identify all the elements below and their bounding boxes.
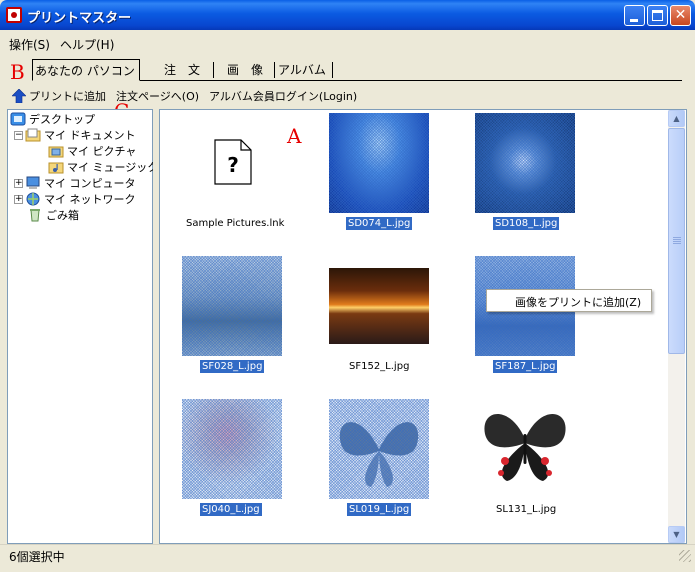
- title-bar[interactable]: プリントマスター ✕: [0, 0, 695, 30]
- tree-item-my-documents[interactable]: − マイ ドキュメント: [14, 127, 136, 143]
- file-item[interactable]: [475, 399, 575, 499]
- up-arrow-icon: [12, 89, 26, 103]
- documents-folder-icon: [25, 128, 41, 142]
- toolbar: プリントに追加 注文ページへ(O) アルバム会員ログイン(Login): [12, 86, 367, 106]
- context-menu-add-to-print[interactable]: 画像をプリントに追加(Z): [515, 294, 641, 310]
- tree-item-label: マイ ミュージック: [67, 161, 159, 174]
- tree-item-label: ごみ箱: [46, 209, 79, 222]
- file-item[interactable]: ?: [182, 113, 282, 213]
- grip-line: [673, 243, 681, 244]
- maximize-icon: [652, 10, 663, 21]
- selection-overlay: [182, 256, 282, 356]
- selection-overlay: [329, 399, 429, 499]
- pictures-folder-icon: [48, 146, 64, 158]
- tree-item-my-pictures[interactable]: マイ ピクチャ: [48, 143, 136, 159]
- vertical-scrollbar[interactable]: ▲ ▼: [668, 110, 685, 543]
- grip-line: [673, 237, 681, 238]
- unknown-file-icon: ?: [214, 139, 252, 185]
- close-button[interactable]: ✕: [670, 5, 691, 26]
- selection-overlay: [475, 113, 575, 213]
- file-name: Sample Pictures.lnk: [186, 218, 285, 229]
- scroll-up-button[interactable]: ▲: [668, 110, 685, 127]
- selection-overlay: [182, 399, 282, 499]
- close-icon: ✕: [674, 7, 687, 23]
- file-name: SL019_L.jpg: [347, 503, 412, 516]
- thumbnail-image: [329, 268, 429, 344]
- tab-order[interactable]: 注 文: [164, 61, 200, 80]
- expand-icon[interactable]: +: [14, 194, 23, 204]
- minimize-icon: [630, 19, 638, 22]
- tree-item-label: マイ ドキュメント: [44, 129, 136, 142]
- tab-separator: [274, 62, 275, 78]
- annotation-b: B: [10, 60, 25, 84]
- resize-grip-icon[interactable]: [679, 550, 691, 562]
- tab-separator: [332, 62, 333, 78]
- tree-item-my-computer[interactable]: + マイ コンピュータ: [14, 175, 136, 191]
- tree-item-label: マイ ピクチャ: [67, 145, 137, 158]
- tree-item-recycle-bin[interactable]: ごみ箱: [27, 207, 79, 223]
- menu-operation[interactable]: 操作(S): [4, 36, 55, 53]
- file-name: SF152_L.jpg: [349, 361, 410, 372]
- annotation-a: A: [287, 124, 302, 148]
- add-to-print-button[interactable]: プリントに追加: [29, 88, 106, 104]
- tree-item-label: マイ ネットワーク: [44, 193, 136, 206]
- context-menu: 画像をプリントに追加(Z): [486, 289, 652, 312]
- expand-icon[interactable]: +: [14, 178, 23, 188]
- grip-line: [673, 241, 681, 242]
- file-name: SD108_L.jpg: [493, 217, 560, 230]
- file-item[interactable]: [475, 113, 575, 213]
- folder-tree[interactable]: デスクトップ − マイ ドキュメント マイ ピクチャ マイ ミュージック + マ…: [7, 109, 158, 544]
- tree-item-my-music[interactable]: マイ ミュージック: [48, 159, 158, 175]
- tab-image[interactable]: 画 像: [227, 61, 263, 80]
- file-item[interactable]: [182, 256, 282, 356]
- scroll-down-button[interactable]: ▼: [668, 526, 685, 543]
- svg-text:?: ?: [227, 153, 239, 177]
- tree-item-label: デスクトップ: [29, 113, 95, 126]
- selection-overlay: [329, 113, 429, 213]
- file-item[interactable]: [329, 256, 429, 356]
- file-item[interactable]: [329, 399, 429, 499]
- network-icon: [26, 192, 40, 206]
- app-icon[interactable]: [6, 7, 22, 23]
- file-item[interactable]: [182, 399, 282, 499]
- tab-bar: あなたの パソコン 注 文 画 像 アルバム: [32, 59, 682, 81]
- tree-item-label: マイ コンピュータ: [44, 177, 136, 190]
- butterfly-icon: [484, 414, 566, 481]
- file-name: SL131_L.jpg: [496, 504, 557, 515]
- music-folder-icon: [48, 162, 64, 174]
- grip-line: [673, 239, 681, 240]
- minimize-button[interactable]: [624, 5, 645, 26]
- status-text: 6個選択中: [9, 550, 65, 564]
- window-title: プリントマスター: [27, 11, 132, 26]
- file-name: SD074_L.jpg: [346, 217, 413, 230]
- file-name: SF028_L.jpg: [200, 360, 265, 373]
- computer-icon: [26, 176, 40, 189]
- scroll-thumb[interactable]: [668, 128, 685, 354]
- file-name: SF187_L.jpg: [493, 360, 558, 373]
- tab-album[interactable]: アルバム: [278, 61, 326, 80]
- tab-separator: [213, 62, 214, 78]
- status-bar: 6個選択中: [0, 544, 695, 568]
- album-login-button[interactable]: アルバム会員ログイン(Login): [209, 88, 357, 104]
- tree-item-desktop[interactable]: デスクトップ: [10, 111, 95, 127]
- recycle-bin-icon: [30, 209, 40, 222]
- desktop-icon: [10, 112, 26, 126]
- file-view[interactable]: ? Sample Pictures.lnk SD074_L.jpg SD108_…: [159, 109, 687, 544]
- tab-your-pc[interactable]: あなたの パソコン: [32, 59, 140, 81]
- maximize-button[interactable]: [647, 5, 668, 26]
- collapse-icon[interactable]: −: [14, 130, 23, 140]
- menu-help[interactable]: ヘルプ(H): [55, 36, 119, 53]
- file-name: SJ040_L.jpg: [200, 503, 262, 516]
- tree-item-my-network[interactable]: + マイ ネットワーク: [14, 191, 136, 207]
- menu-bar: 操作(S) ヘルプ(H): [4, 30, 691, 58]
- file-item[interactable]: [329, 113, 429, 213]
